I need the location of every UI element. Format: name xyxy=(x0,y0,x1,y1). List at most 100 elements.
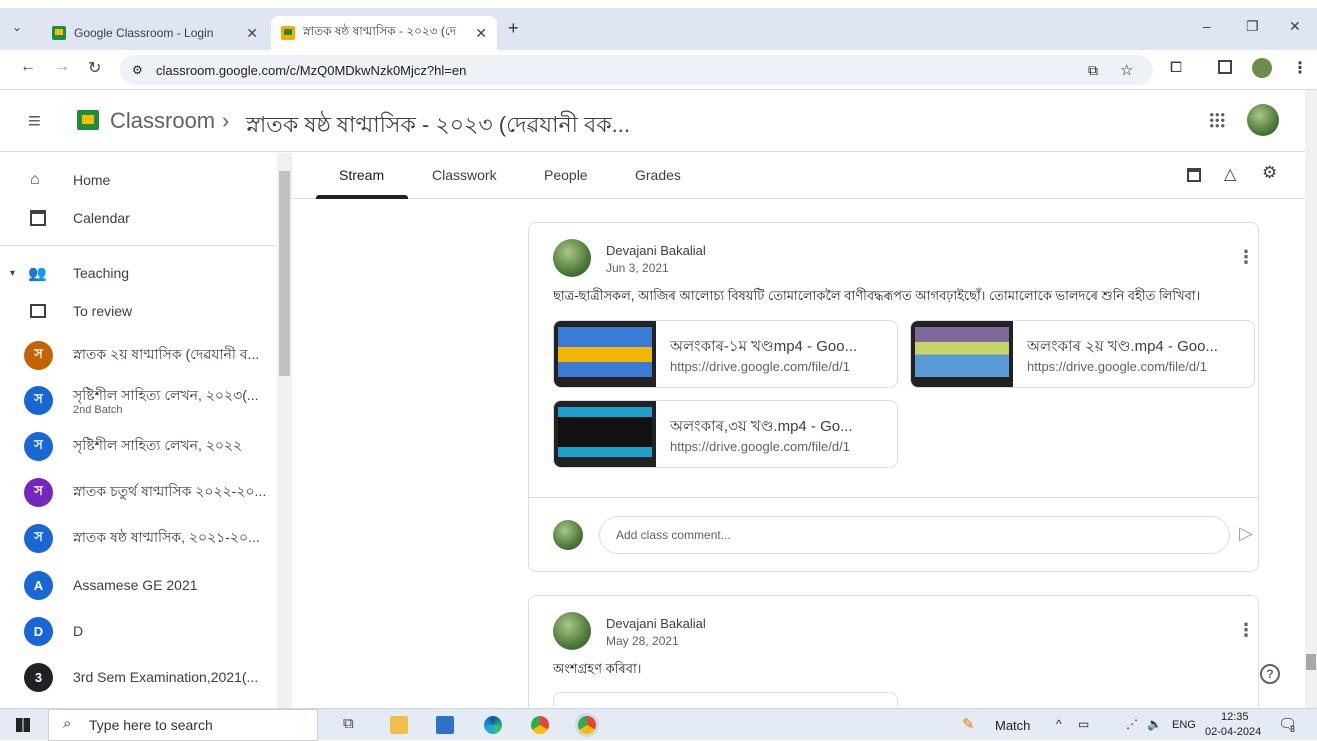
attachment-card[interactable] xyxy=(553,692,898,708)
class-avatar: A xyxy=(24,570,53,600)
sidebar-class-item[interactable]: 3 3rd Sem Examination,2021(... xyxy=(0,657,276,697)
url-field[interactable]: ⚙ classroom.google.com/c/MzQ0MDkwNzk0Mjc… xyxy=(120,55,1153,85)
more-options-icon[interactable]: ⋮ xyxy=(1237,620,1255,641)
close-tab-icon[interactable]: ✕ xyxy=(246,25,258,42)
calendar-icon[interactable] xyxy=(1187,168,1201,182)
more-options-icon[interactable]: ⋮ xyxy=(1237,247,1255,268)
class-title[interactable]: স্নাতক ষষ্ঠ ষাণ্মাসিক - ২০২৩ (দেৱযানী বক… xyxy=(246,108,630,145)
class-avatar: স xyxy=(24,477,53,507)
classroom-favicon-icon xyxy=(52,26,66,40)
file-explorer-icon[interactable] xyxy=(390,716,408,734)
settings-gear-icon[interactable]: ⚙ xyxy=(1262,163,1277,183)
commenter-avatar xyxy=(553,520,583,550)
drive-icon[interactable]: △ xyxy=(1224,164,1236,184)
main-menu-icon[interactable]: ≡ xyxy=(28,108,41,134)
network-icon[interactable]: ⋰ xyxy=(1126,717,1138,731)
battery-icon[interactable]: ▭ xyxy=(1078,717,1089,731)
review-icon xyxy=(30,304,46,318)
sidebar-class-item[interactable]: স স্নাতক চতুৰ্থ ষাণ্মাসিক ২০২২-২০... xyxy=(0,472,276,512)
video-thumbnail xyxy=(911,321,1013,387)
weather-icon[interactable]: ✎ xyxy=(962,715,975,733)
collapse-arrow-icon[interactable]: ▾ xyxy=(10,268,15,279)
windows-start-icon[interactable] xyxy=(16,718,30,732)
browser-menu-icon[interactable]: ⋮ xyxy=(1292,58,1308,78)
edge-icon[interactable] xyxy=(484,716,502,734)
video-thumbnail xyxy=(554,401,656,467)
browser-tab-login[interactable]: Google Classroom - Login ✕ xyxy=(42,16,268,50)
tab-search-chevron-icon[interactable]: ⌄ xyxy=(12,20,22,34)
browser-tab-bar: ⌄ Google Classroom - Login ✕ স্নাতক ষষ্ঠ… xyxy=(0,0,1317,50)
class-avatar: স xyxy=(24,523,53,553)
tab-stream[interactable]: Stream xyxy=(339,167,384,183)
close-tab-icon[interactable]: ✕ xyxy=(475,25,487,42)
apps-grid-icon[interactable] xyxy=(1209,112,1225,128)
author-avatar[interactable] xyxy=(553,612,591,650)
browser-tab-class[interactable]: স্নাতক ষষ্ঠ ষাণ্মাসিক - ২০২৩ (দে ✕ xyxy=(271,16,497,50)
install-app-icon[interactable]: ⧉ xyxy=(1088,62,1098,79)
attachment-card[interactable]: অলংকাৰ ২য় খণ্ড.mp4 - Goo... https://dri… xyxy=(910,320,1255,388)
new-tab-button[interactable]: + xyxy=(508,18,519,39)
sidebar-class-item[interactable]: স সৃষ্টিশীল সাহিত্য লেখন, ২০২২ xyxy=(0,426,276,466)
class-avatar: 3 xyxy=(24,662,53,692)
post-text: ছাত্ৰ-ছাত্ৰীসকল, আজিৰ আলোচ্য বিষয়টি তোম… xyxy=(553,288,1201,303)
sidebar-scroll-thumb[interactable] xyxy=(279,171,290,376)
chrome-icon[interactable] xyxy=(531,716,549,734)
sidebar-item-home[interactable]: ⌂ Home xyxy=(0,160,276,200)
forward-icon[interactable]: → xyxy=(54,58,70,76)
stream-feed: Devajani Bakalial Jun 3, 2021 ⋮ ছাত্ৰ-ছা… xyxy=(292,199,1305,708)
task-view-icon[interactable]: ⧉ xyxy=(343,715,354,732)
sidebar-class-item[interactable]: স সৃষ্টিশীল সাহিত্য লেখন, ২০২৩(... 2nd B… xyxy=(0,380,276,420)
sidebar-item-teaching[interactable]: ▾ 👥 Teaching xyxy=(0,253,276,293)
author-avatar[interactable] xyxy=(553,239,591,277)
tab-people[interactable]: People xyxy=(544,167,588,183)
bookmark-star-icon[interactable]: ☆ xyxy=(1120,61,1133,79)
volume-icon[interactable]: 🔈 xyxy=(1147,717,1162,731)
close-window-button[interactable]: ✕ xyxy=(1289,18,1301,35)
weather-text[interactable]: Match xyxy=(995,718,1030,733)
sidebar-class-item[interactable]: A Assamese GE 2021 xyxy=(0,565,276,605)
site-info-icon[interactable]: ⚙ xyxy=(132,63,143,77)
tray-chevron-icon[interactable]: ^ xyxy=(1056,717,1062,731)
sidebar-item-calendar[interactable]: Calendar xyxy=(0,198,276,238)
clock-time[interactable]: 12:35 xyxy=(1221,711,1249,723)
post-author: Devajani Bakalial xyxy=(606,616,706,631)
classroom-header: ≡ Classroom › স্নাতক ষষ্ঠ ষাণ্মাসিক - ২০… xyxy=(0,90,1305,152)
calendar-icon xyxy=(30,210,46,226)
stream-post: Devajani Bakalial May 28, 2021 ⋮ অংশগ্ৰহ… xyxy=(528,595,1259,708)
class-avatar: স xyxy=(24,431,53,461)
tab-classwork[interactable]: Classwork xyxy=(432,167,497,183)
windows-taskbar: ⌕ Type here to search ⧉ ✎ Match ^ ▭ ⋰ 🔈 … xyxy=(0,708,1317,741)
restore-button[interactable]: ❐ xyxy=(1246,18,1259,35)
account-avatar[interactable] xyxy=(1247,104,1279,136)
chrome-icon[interactable] xyxy=(578,716,596,734)
send-comment-icon[interactable]: ▷ xyxy=(1239,523,1253,544)
tab-grades[interactable]: Grades xyxy=(635,167,681,183)
language-indicator[interactable]: ENG xyxy=(1172,719,1196,731)
profile-avatar[interactable] xyxy=(1252,58,1272,78)
minimize-button[interactable]: – xyxy=(1203,18,1211,34)
class-avatar: স xyxy=(24,385,53,415)
post-author: Devajani Bakalial xyxy=(606,243,706,258)
sidebar-item-to-review[interactable]: To review xyxy=(0,291,276,331)
page-scroll-thumb[interactable] xyxy=(1306,654,1316,670)
extensions-icon[interactable]: ⧠ xyxy=(1170,59,1182,76)
classroom-logo-icon[interactable] xyxy=(77,110,99,130)
attachment-card[interactable]: অলংকাৰ-১ম খণ্ডmp4 - Goo... https://drive… xyxy=(553,320,898,388)
mail-icon[interactable] xyxy=(436,716,454,734)
sidebar-class-item[interactable]: স স্নাতক ষষ্ঠ ষাণ্মাসিক, ২০২১-২০... xyxy=(0,518,276,558)
page-scrollbar[interactable] xyxy=(1305,90,1317,708)
breadcrumb-separator-icon: › xyxy=(222,108,230,133)
sidepanel-icon[interactable] xyxy=(1218,60,1232,74)
taskbar-search-input[interactable]: ⌕ Type here to search xyxy=(48,709,318,741)
reload-icon[interactable]: ↻ xyxy=(88,58,101,78)
classroom-favicon-icon xyxy=(281,26,295,40)
app-name[interactable]: Classroom xyxy=(110,108,215,134)
post-date: May 28, 2021 xyxy=(606,634,679,648)
help-icon[interactable]: ? xyxy=(1260,664,1280,684)
attachment-card[interactable]: অলংকাৰ,৩য় খণ্ড.mp4 - Go... https://driv… xyxy=(553,400,898,468)
sidebar-class-item[interactable]: D D xyxy=(0,611,276,651)
clock-date[interactable]: 02-04-2024 xyxy=(1205,726,1261,738)
back-icon[interactable]: ← xyxy=(20,58,36,76)
sidebar-class-item[interactable]: স স্নাতক ২য় ষাণ্মাসিক (দেৱযানী ব... xyxy=(0,335,276,375)
class-comment-input[interactable]: Add class comment... xyxy=(599,516,1230,554)
